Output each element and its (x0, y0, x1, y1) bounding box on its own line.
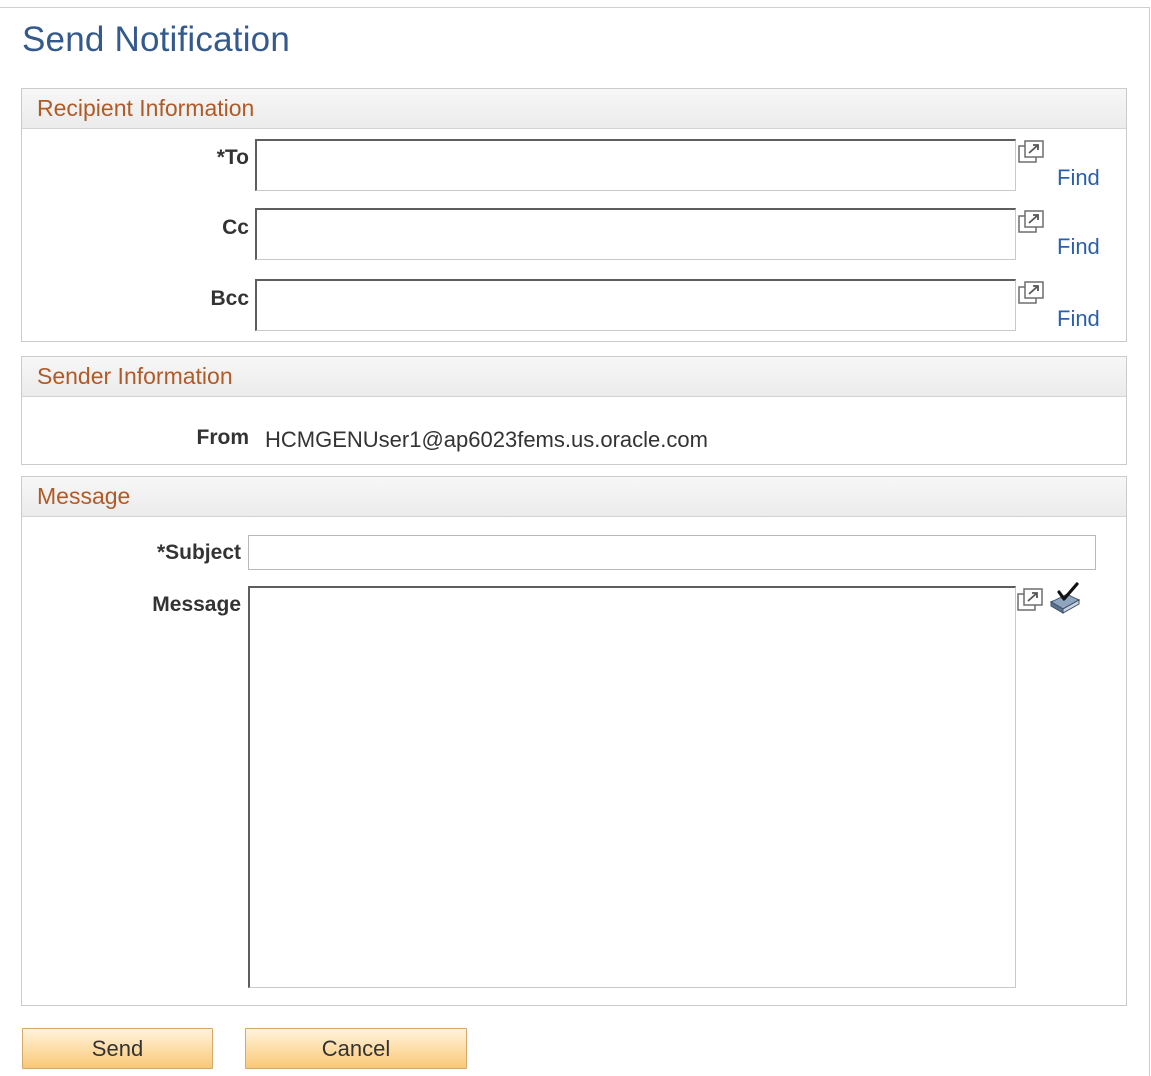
expand-bcc-icon[interactable] (1017, 280, 1047, 306)
expand-message-icon[interactable] (1016, 587, 1046, 613)
message-label: Message (152, 593, 241, 616)
bcc-field[interactable] (255, 279, 1016, 331)
expand-to-icon[interactable] (1017, 139, 1047, 165)
cancel-button[interactable]: Cancel (245, 1028, 467, 1069)
cc-field[interactable] (255, 208, 1016, 260)
message-header: Message (22, 477, 1126, 517)
to-find-link[interactable]: Find (1057, 165, 1100, 191)
spell-check-icon[interactable] (1047, 582, 1083, 614)
subject-input[interactable] (248, 535, 1096, 570)
from-label: From (196, 426, 250, 449)
cc-find-link[interactable]: Find (1057, 234, 1100, 260)
subject-label: *Subject (156, 541, 241, 564)
from-value: HCMGENUser1@ap6023fems.us.oracle.com (265, 427, 708, 452)
recipient-information-header: Recipient Information (22, 89, 1126, 129)
to-label: *To (216, 146, 249, 169)
message-textarea[interactable] (248, 586, 1016, 988)
sender-information-header: Sender Information (22, 357, 1126, 397)
expand-cc-icon[interactable] (1017, 209, 1047, 235)
bcc-find-link[interactable]: Find (1057, 306, 1100, 332)
send-button[interactable]: Send (22, 1028, 213, 1069)
bcc-label: Bcc (210, 287, 249, 310)
to-field[interactable] (255, 139, 1016, 191)
page-title: Send Notification (22, 20, 291, 59)
cc-label: Cc (222, 216, 249, 239)
